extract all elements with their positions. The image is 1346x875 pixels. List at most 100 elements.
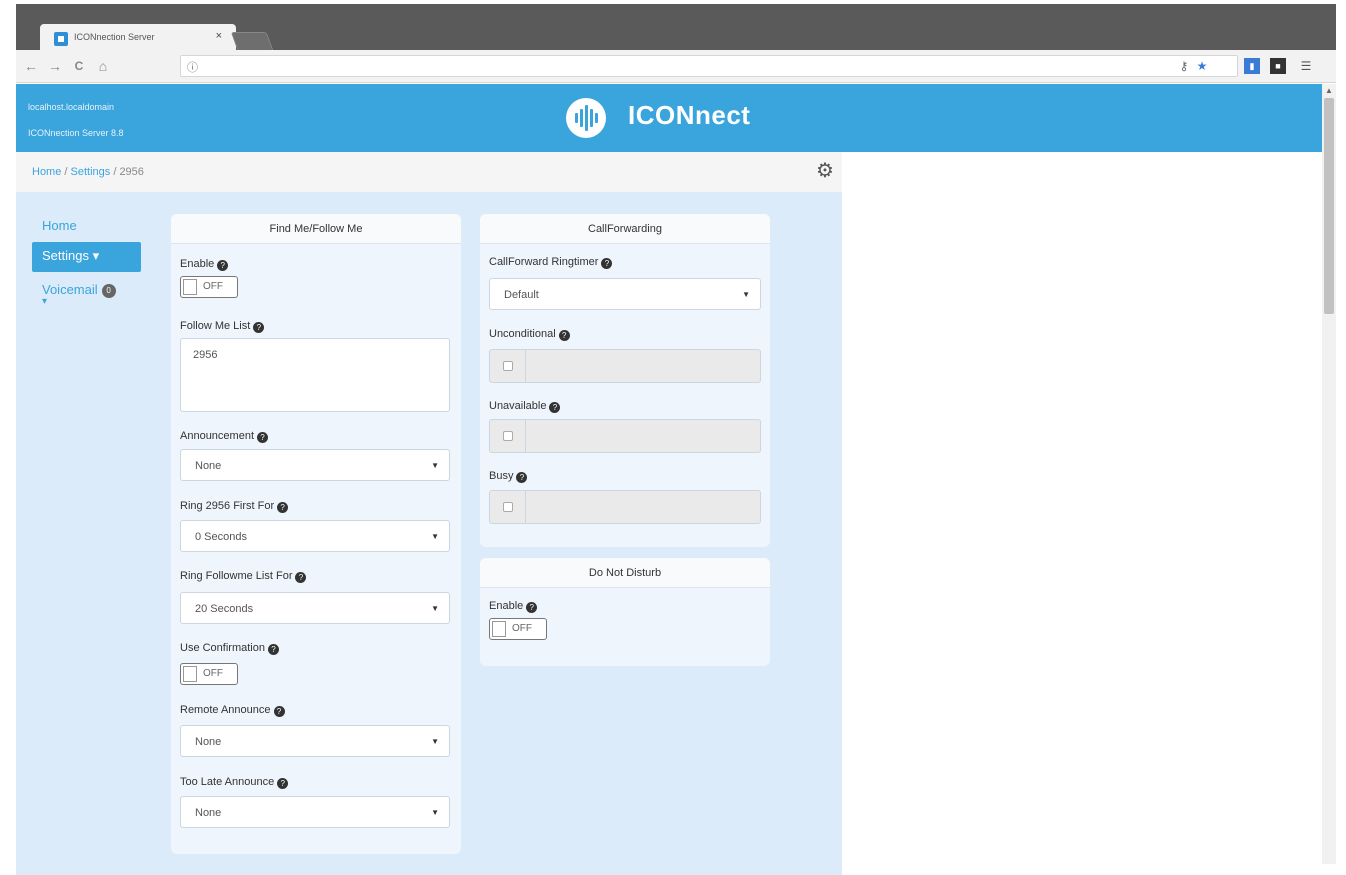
breadcrumb-current: 2956 [119,166,144,178]
voicemail-count-badge: 0 [101,283,116,298]
caret-down-icon: ▼ [742,290,750,299]
field-label: Unconditional? [489,328,570,341]
unavailable-input[interactable] [489,419,761,453]
help-icon[interactable]: ? [277,502,289,513]
address-bar[interactable]: ⓘ [180,55,1238,77]
field-label: Use Confirmation? [180,642,279,655]
caret-down-icon: ▼ [431,737,439,746]
field-label: Enable? [180,258,229,271]
new-tab-button[interactable] [230,32,274,50]
field-label: Remote Announce? [180,704,285,717]
checkbox-addon [490,420,526,452]
help-icon[interactable]: ? [277,778,289,789]
breadcrumb-settings-link[interactable]: Settings [71,166,111,178]
home-icon[interactable]: ⌂ [94,56,112,76]
select-value: None [195,460,222,472]
help-icon[interactable]: ? [267,644,279,655]
help-icon[interactable]: ? [295,572,307,583]
toggle-knob [183,279,197,295]
field-label: Announcement? [180,430,268,443]
extension-icon[interactable]: ▮ [1244,58,1260,74]
select-value: 0 Seconds [195,531,247,543]
page-scrollbar[interactable]: ▲ [1322,84,1336,864]
follow-me-list-textarea[interactable]: 2956 [180,338,450,412]
tab-title: ICONnection Server [74,32,155,42]
toggle-knob [492,621,506,637]
field-label: Too Late Announce? [180,776,289,789]
busy-checkbox[interactable] [503,502,513,512]
caret-down-icon: ▼ [431,461,439,470]
menu-icon[interactable]: ☰ [1298,58,1314,74]
sidebar-item-voicemail[interactable]: Voicemail 0 ▾ [32,276,141,316]
help-icon[interactable]: ? [257,432,268,443]
do-not-disturb-panel: Do Not Disturb Enable? OFF [480,558,770,666]
gear-icon[interactable]: ⚙ [816,161,834,181]
server-version: ICONnection Server 8.8 [28,128,124,138]
select-value: Default [504,289,539,301]
help-icon[interactable]: ? [526,602,538,613]
help-icon[interactable]: ? [558,330,570,341]
field-label: CallForward Ringtimer? [489,256,613,269]
dnd-enable-toggle[interactable]: OFF [489,618,547,640]
enable-toggle[interactable]: OFF [180,276,238,298]
select-value: None [195,736,222,748]
breadcrumb: Home / Settings / 2956 [32,166,144,178]
help-icon[interactable]: ? [253,322,265,333]
ring-first-for-select[interactable]: 0 Seconds ▼ [180,520,450,552]
bookmark-star-icon[interactable]: ★ [1194,58,1210,74]
help-icon[interactable]: ? [273,706,285,717]
field-label: Ring 2956 First For? [180,500,289,513]
field-label: Follow Me List? [180,320,265,333]
main-content: Home Settings ▾ Voicemail 0 ▾ Find Me/Fol… [16,192,842,875]
callforward-ringtimer-select[interactable]: Default ▼ [489,278,761,310]
pdf-extension-icon[interactable]: ■ [1270,58,1286,74]
field-label: Unavailable? [489,400,561,413]
breadcrumb-home-link[interactable]: Home [32,166,61,178]
sidebar-item-settings[interactable]: Settings ▾ [32,242,141,272]
caret-down-icon: ▼ [431,532,439,541]
app-header: localhost.localdomain ICONnection Server… [16,84,1336,152]
key-icon[interactable]: ⚷ [1176,58,1192,74]
help-icon[interactable]: ? [217,260,229,271]
help-icon[interactable]: ? [601,258,613,269]
tab-strip: ICONnection Server × [16,4,1336,54]
unconditional-checkbox[interactable] [503,361,513,371]
use-confirmation-toggle[interactable]: OFF [180,663,238,685]
announcement-select[interactable]: None ▼ [180,449,450,481]
toggle-knob [183,666,197,682]
busy-input[interactable] [489,490,761,524]
panel-title: Do Not Disturb [480,558,770,588]
unconditional-input[interactable] [489,349,761,383]
field-label: Busy? [489,470,528,483]
caret-down-icon: ▼ [431,604,439,613]
back-icon[interactable]: ← [22,56,40,76]
favicon-icon [54,32,68,46]
scroll-up-icon[interactable]: ▲ [1325,86,1333,95]
checkbox-addon [490,350,526,382]
select-value: None [195,807,222,819]
sidebar-item-home[interactable]: Home [32,212,141,242]
site-info-icon[interactable]: ⓘ [187,59,198,75]
scroll-thumb[interactable] [1324,98,1334,314]
checkbox-addon [490,491,526,523]
close-tab-icon[interactable]: × [216,30,222,42]
browser-tab-bar: ICONnection Server × [0,0,1346,54]
host-name: localhost.localdomain [28,102,115,112]
help-icon[interactable]: ? [549,402,561,413]
remote-announce-select[interactable]: None ▼ [180,725,450,757]
panel-title: Find Me/Follow Me [171,214,461,244]
forward-icon[interactable]: → [46,56,64,76]
unavailable-checkbox[interactable] [503,431,513,441]
brand-name: ICONnect [628,100,751,130]
panel-title: CallForwarding [480,214,770,244]
breadcrumb-separator: / [61,166,71,178]
reload-icon[interactable]: C [70,56,88,76]
too-late-announce-select[interactable]: None ▼ [180,796,450,828]
help-icon[interactable]: ? [516,472,528,483]
sidebar-item-label: Voicemail [42,282,98,297]
field-label: Enable? [489,600,538,613]
toggle-state: OFF [512,623,532,634]
caret-down-icon: ▼ [431,808,439,817]
field-label: Ring Followme List For? [180,570,307,583]
ring-followme-list-select[interactable]: 20 Seconds ▼ [180,592,450,624]
